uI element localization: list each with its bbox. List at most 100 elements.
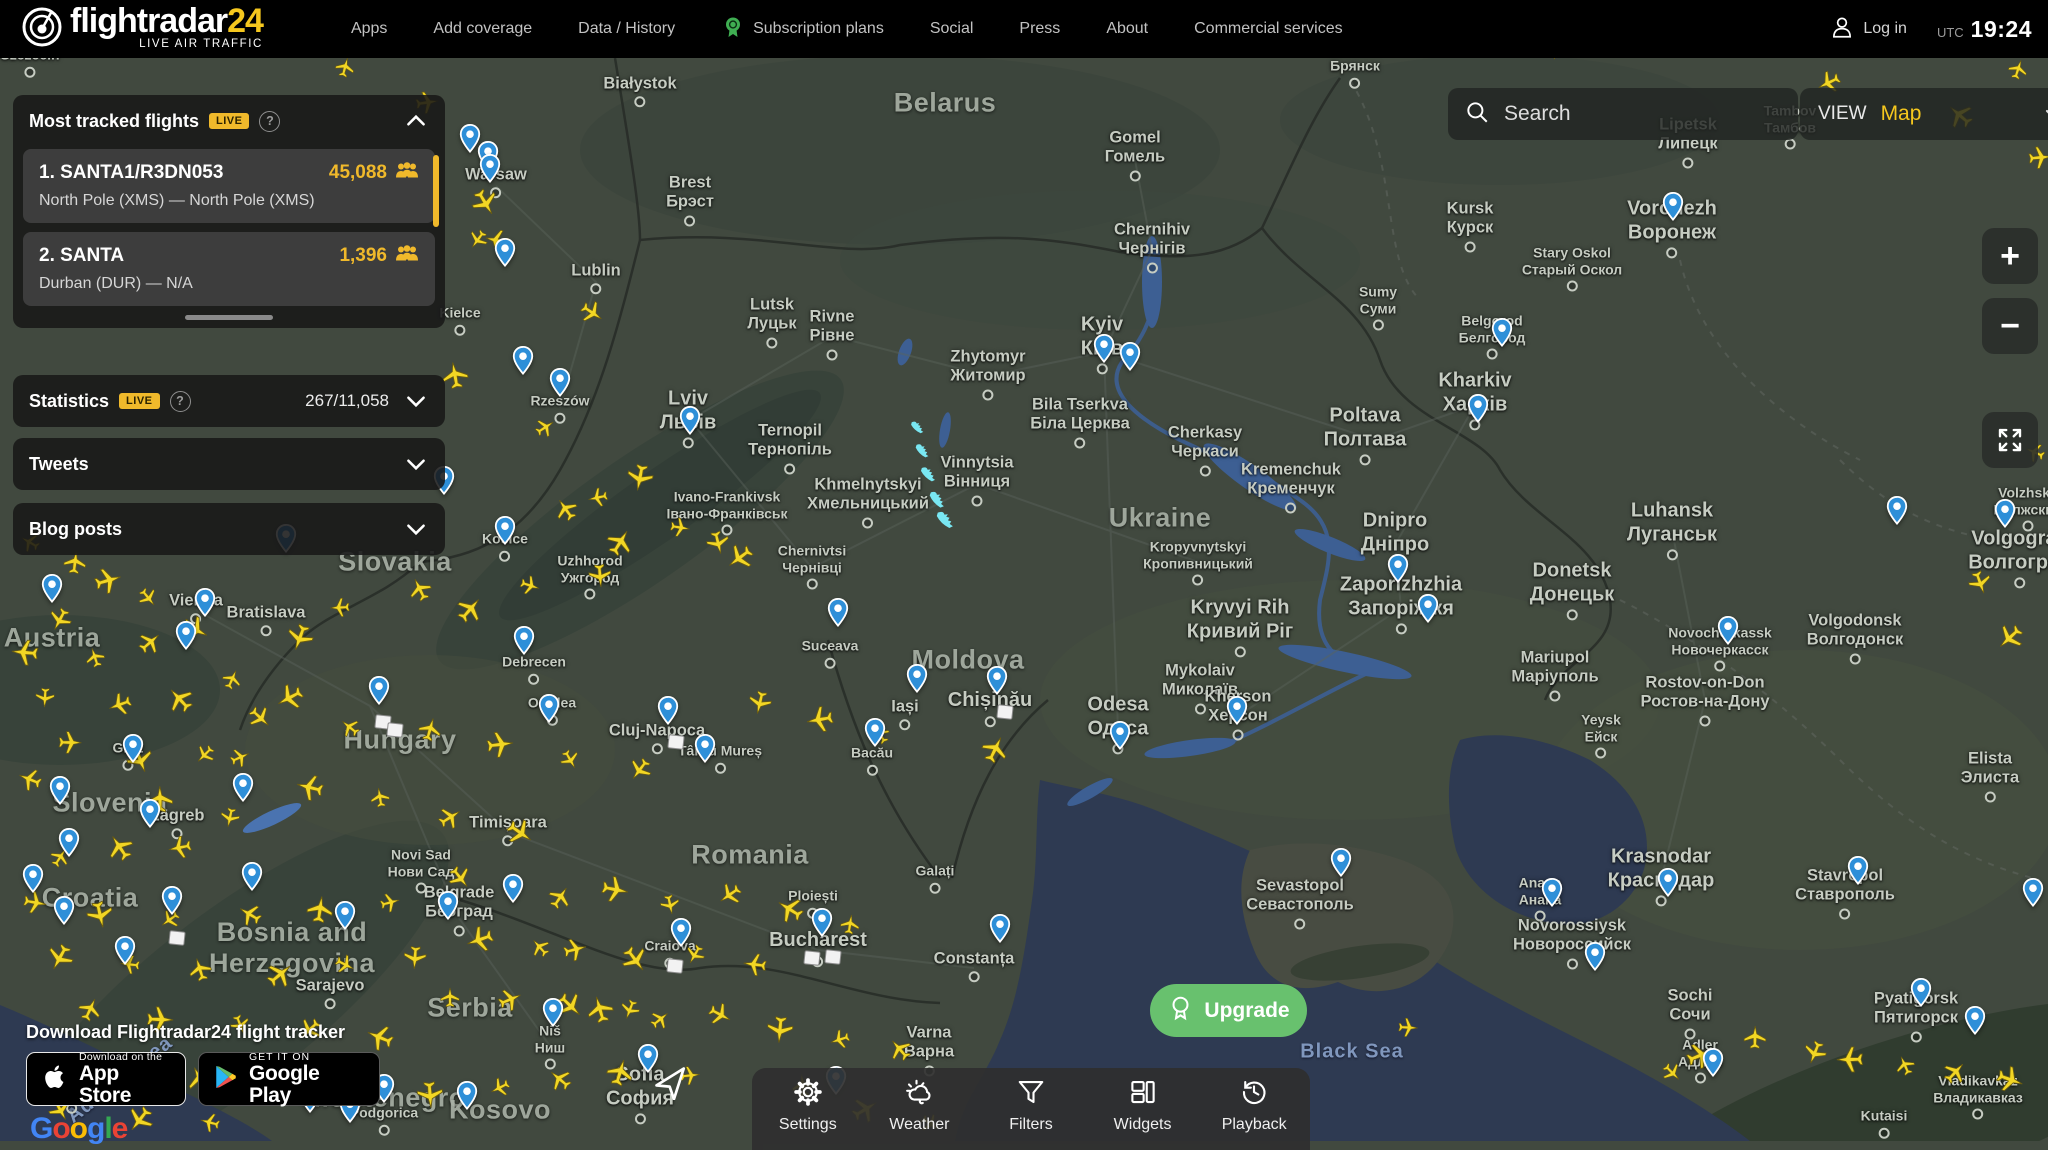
weather-station-icon[interactable]	[666, 958, 683, 974]
location-pin[interactable]	[122, 734, 144, 768]
help-icon[interactable]: ?	[170, 391, 191, 412]
location-pin[interactable]	[1910, 978, 1932, 1012]
aircraft-marker[interactable]	[34, 687, 56, 714]
search-input[interactable]	[1502, 101, 1736, 127]
nav-item-commercial-services[interactable]: Commercial services	[1194, 20, 1342, 38]
aircraft-marker[interactable]	[437, 805, 463, 836]
location-pin[interactable]	[456, 1081, 478, 1115]
location-pin[interactable]	[1109, 721, 1131, 755]
location-pin[interactable]	[232, 773, 254, 807]
aircraft-marker[interactable]	[2027, 145, 2048, 176]
aircraft-marker[interactable]	[57, 730, 83, 761]
aircraft-marker[interactable]	[221, 669, 243, 696]
widgets-button[interactable]: Widgets	[1093, 1077, 1193, 1134]
blog-posts-panel[interactable]: Blog posts	[13, 503, 445, 555]
aircraft-marker[interactable]	[534, 417, 556, 444]
aircraft-marker[interactable]	[620, 945, 650, 980]
location-pin[interactable]	[22, 864, 44, 898]
panel-drag-handle[interactable]	[185, 315, 273, 320]
flightradar24-logo[interactable]: flightradar24 LIVE AIR TRAFFIC	[22, 7, 263, 52]
flight-card-santa2[interactable]: 2. SANTA 1,396 Durban (DUR) — N/A	[23, 232, 435, 306]
location-pin[interactable]	[1417, 594, 1439, 628]
aircraft-marker[interactable]	[1942, 1060, 1968, 1091]
weather-station-icon[interactable]	[168, 930, 185, 946]
aircraft-marker[interactable]	[585, 995, 615, 1030]
statistics-panel[interactable]: Statistics LIVE ? 267/11,058	[13, 375, 445, 427]
compass-arrow-icon[interactable]	[655, 1062, 693, 1105]
location-pin[interactable]	[1847, 856, 1869, 890]
aircraft-marker[interactable]	[47, 607, 73, 638]
location-pin[interactable]	[811, 908, 833, 942]
location-pin[interactable]	[1702, 1048, 1724, 1082]
location-pin[interactable]	[41, 574, 63, 608]
location-pin[interactable]	[670, 918, 692, 952]
zoom-in-button[interactable]: +	[1982, 228, 2038, 284]
aircraft-marker[interactable]	[619, 999, 641, 1026]
location-pin[interactable]	[1994, 499, 2016, 533]
aircraft-marker[interactable]	[137, 587, 159, 614]
aircraft-marker[interactable]	[369, 787, 391, 814]
aircraft-marker[interactable]	[247, 705, 273, 736]
aircraft-marker[interactable]	[605, 1058, 635, 1093]
location-pin[interactable]	[542, 998, 564, 1032]
aircraft-marker[interactable]	[497, 987, 523, 1018]
nav-item-social[interactable]: Social	[930, 20, 974, 38]
aircraft-marker[interactable]	[329, 597, 351, 624]
aircraft-marker[interactable]	[285, 623, 315, 658]
nav-item-press[interactable]: Press	[1019, 20, 1060, 38]
weather-button[interactable]: Weather	[869, 1077, 969, 1134]
aircraft-marker[interactable]	[379, 892, 401, 919]
aircraft-marker[interactable]	[1995, 1065, 2025, 1100]
location-pin[interactable]	[1886, 496, 1908, 530]
aircraft-marker[interactable]	[805, 705, 835, 740]
aircraft-marker[interactable]	[265, 960, 295, 995]
santa-sleigh-marker[interactable]	[914, 443, 933, 461]
aircraft-marker[interactable]	[717, 882, 743, 913]
app-store-badge[interactable]: Download on the App Store	[26, 1052, 186, 1106]
location-pin[interactable]	[139, 799, 161, 833]
aircraft-marker[interactable]	[125, 1105, 155, 1140]
aircraft-marker[interactable]	[107, 692, 133, 723]
location-pin[interactable]	[1541, 878, 1563, 912]
location-pin[interactable]	[1226, 696, 1248, 730]
location-pin[interactable]	[58, 828, 80, 862]
location-pin[interactable]	[1093, 334, 1115, 368]
location-pin[interactable]	[827, 598, 849, 632]
aircraft-marker[interactable]	[1661, 1062, 1683, 1089]
aircraft-marker[interactable]	[275, 683, 305, 718]
aircraft-marker[interactable]	[187, 957, 213, 988]
aircraft-marker[interactable]	[587, 487, 609, 514]
aircraft-marker[interactable]	[415, 1080, 445, 1115]
aircraft-marker[interactable]	[470, 188, 500, 223]
location-pin[interactable]	[989, 914, 1011, 948]
playback-button[interactable]: Playback	[1204, 1077, 1304, 1134]
location-pin[interactable]	[864, 718, 886, 752]
nav-item-subscription-plans[interactable]: Subscription plans	[721, 15, 884, 44]
weather-station-icon[interactable]	[824, 949, 841, 965]
santa-sleigh-marker[interactable]	[910, 419, 927, 437]
view-selector[interactable]: VIEW Map	[1800, 88, 2048, 140]
aircraft-marker[interactable]	[305, 895, 335, 930]
aircraft-marker[interactable]	[547, 885, 573, 916]
location-pin[interactable]	[513, 626, 535, 660]
aircraft-marker[interactable]	[465, 925, 495, 960]
search-bar[interactable]	[1448, 88, 1798, 140]
aircraft-marker[interactable]	[547, 1067, 573, 1098]
aircraft-marker[interactable]	[559, 749, 581, 776]
aircraft-marker[interactable]	[659, 894, 681, 921]
location-pin[interactable]	[334, 901, 356, 935]
aircraft-marker[interactable]	[587, 563, 613, 594]
aircraft-marker[interactable]	[1802, 1040, 1828, 1071]
aircraft-marker[interactable]	[295, 773, 325, 808]
aircraft-marker[interactable]	[707, 1002, 733, 1033]
upgrade-button[interactable]: Upgrade	[1150, 984, 1307, 1037]
aircraft-marker[interactable]	[402, 945, 428, 976]
location-pin[interactable]	[1662, 192, 1684, 226]
aircraft-marker[interactable]	[579, 300, 605, 331]
aircraft-marker[interactable]	[562, 937, 588, 968]
chevron-down-icon[interactable]	[403, 388, 429, 414]
zoom-out-button[interactable]: −	[1982, 298, 2038, 354]
aircraft-marker[interactable]	[519, 575, 541, 602]
aircraft-marker[interactable]	[505, 818, 535, 853]
location-pin[interactable]	[1584, 942, 1606, 976]
